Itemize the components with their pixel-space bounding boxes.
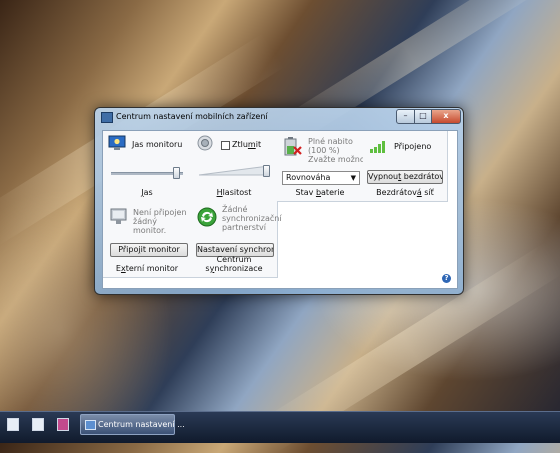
tile-volume: Ztlumit Hlasitost	[191, 131, 278, 202]
window-client-area: Jas monitoru Jas Ztlumit Hlasitost Plné …	[102, 130, 458, 289]
maximize-button[interactable]: □	[414, 109, 432, 124]
external-monitor-icon[interactable]	[110, 208, 128, 226]
window-app-icon	[101, 112, 113, 123]
tile-brightness: Jas monitoru Jas	[103, 131, 192, 202]
window-title: Centrum nastavení mobilních zařízení	[116, 112, 268, 121]
show-desktop-icon[interactable]	[7, 418, 19, 431]
speaker-icon[interactable]	[197, 135, 215, 151]
media-player-icon[interactable]	[57, 418, 69, 431]
volume-slider-track[interactable]	[198, 164, 270, 176]
battery-tile-title: Stav baterie	[295, 188, 345, 197]
mobility-center-icon	[85, 420, 96, 430]
power-plan-select[interactable]: Rovnováha ▼	[282, 171, 360, 185]
monitor-status: Není připojen žádný monitor.	[133, 208, 187, 235]
disable-wireless-button[interactable]: Vypnout bezdrátovo...	[367, 170, 443, 184]
external-monitor-tile-title: Externí monitor	[115, 264, 179, 273]
battery-warning-icon[interactable]	[283, 135, 303, 157]
volume-slider-thumb[interactable]	[262, 165, 270, 177]
sync-center-tile-title: Centrum synchronizace	[205, 255, 263, 273]
tile-sync-center: Žádné synchronizační partnerství Nastave…	[191, 201, 282, 278]
wireless-status: Připojeno	[394, 142, 432, 151]
volume-tile-title: Hlasitost	[216, 188, 252, 197]
taskbar: Centrum nastavení ...	[0, 411, 560, 443]
wireless-tile-title: Bezdrátová síť	[376, 188, 434, 197]
close-button[interactable]: x	[431, 109, 461, 124]
tile-external-monitor: Není připojen žádný monitor. Připojit mo…	[103, 201, 192, 278]
brightness-tile-title: Jas	[141, 188, 153, 197]
brightness-slider-thumb[interactable]	[172, 167, 180, 179]
settings-grid: Jas monitoru Jas Ztlumit Hlasitost Plné …	[103, 131, 448, 278]
explorer-icon[interactable]	[32, 418, 44, 431]
sync-icon[interactable]	[197, 207, 217, 227]
brightness-label: Jas monitoru	[132, 140, 183, 149]
title-bar[interactable]: Centrum nastavení mobilních zařízení – □…	[95, 108, 463, 126]
mobility-center-window: Centrum nastavení mobilních zařízení – □…	[94, 107, 464, 295]
monitor-brightness-icon[interactable]	[108, 135, 126, 151]
mute-checkbox[interactable]	[221, 141, 230, 150]
sync-status: Žádné synchronizační partnerství	[222, 205, 282, 232]
mute-label[interactable]: Ztlumit	[232, 140, 261, 149]
minimize-button[interactable]: –	[396, 109, 415, 124]
taskbar-window-button[interactable]: Centrum nastavení ...	[80, 414, 185, 435]
tile-battery: Plné nabito (100 %) Zvažte možnos... Rov…	[277, 131, 377, 202]
taskbar-window-label: Centrum nastavení ...	[98, 420, 185, 429]
tile-wireless: Připojeno Vypnout bezdrátovo... Bezdráto…	[363, 131, 448, 202]
battery-status: Plné nabito (100 %)	[308, 137, 353, 155]
wifi-signal-icon[interactable]	[370, 139, 388, 153]
help-icon[interactable]: ?	[442, 274, 451, 283]
connect-monitor-button[interactable]: Připojit monitor	[110, 243, 188, 257]
chevron-down-icon: ▼	[350, 174, 356, 182]
